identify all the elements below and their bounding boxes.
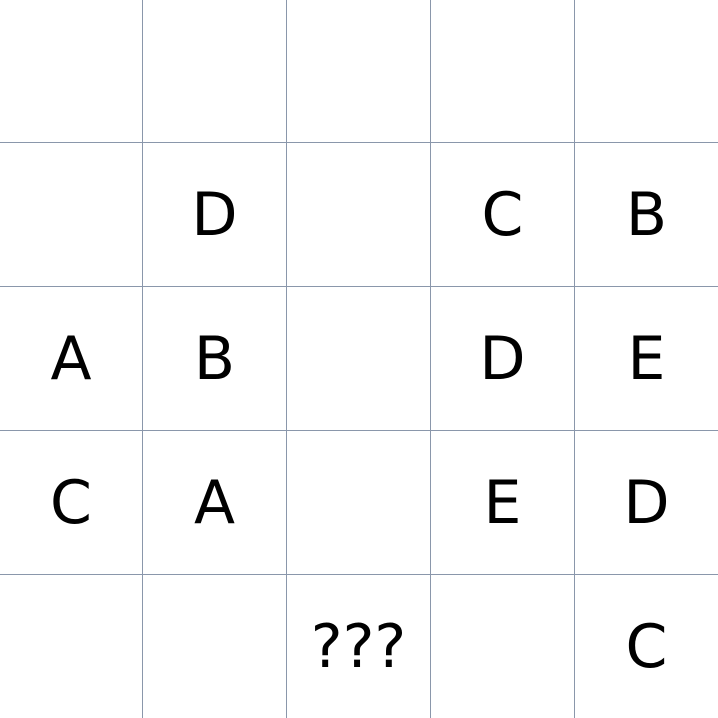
cell-r3-c1[interactable]: A (0, 287, 143, 431)
cell-r2-c3[interactable] (287, 143, 431, 287)
cell-r4-c2[interactable]: A (143, 431, 287, 575)
cell-r2-c5[interactable]: B (575, 143, 718, 287)
cell-r1-c3[interactable] (287, 0, 431, 143)
cell-r2-c2[interactable]: D (143, 143, 287, 287)
cell-r4-c5[interactable]: D (575, 431, 718, 575)
cell-r4-c1[interactable]: C (0, 431, 143, 575)
cell-r3-c5[interactable]: E (575, 287, 718, 431)
cell-value: B (625, 179, 668, 250)
cell-value: C (50, 467, 92, 538)
cell-r1-c2[interactable] (143, 0, 287, 143)
cell-r5-c2[interactable] (143, 575, 287, 718)
cell-value: D (191, 179, 238, 250)
cell-value: C (625, 611, 668, 682)
cell-r5-c3-unknown[interactable]: ??? (287, 575, 431, 718)
cell-value: E (483, 467, 522, 538)
cell-r3-c4[interactable]: D (431, 287, 575, 431)
cell-value: D (479, 323, 526, 394)
cell-value: B (193, 323, 236, 394)
cell-r4-c4[interactable]: E (431, 431, 575, 575)
cell-r3-c2[interactable]: B (143, 287, 287, 431)
cell-r2-c4[interactable]: C (431, 143, 575, 287)
cell-value: D (623, 467, 670, 538)
cell-r1-c5[interactable] (575, 0, 718, 143)
cell-r1-c4[interactable] (431, 0, 575, 143)
cell-value: A (50, 323, 92, 394)
cell-value: A (193, 467, 236, 538)
cell-r1-c1[interactable] (0, 0, 143, 143)
cell-value: C (481, 179, 524, 250)
unknown-value-marker: ??? (310, 611, 407, 682)
cell-r5-c1[interactable] (0, 575, 143, 718)
cell-value: E (627, 323, 666, 394)
cell-r2-c1[interactable] (0, 143, 143, 287)
cell-r3-c3[interactable] (287, 287, 431, 431)
cell-r5-c5[interactable]: C (575, 575, 718, 718)
cell-r4-c3[interactable] (287, 431, 431, 575)
puzzle-grid: D C B A B D E C A E D ??? C (0, 0, 718, 718)
cell-r5-c4[interactable] (431, 575, 575, 718)
